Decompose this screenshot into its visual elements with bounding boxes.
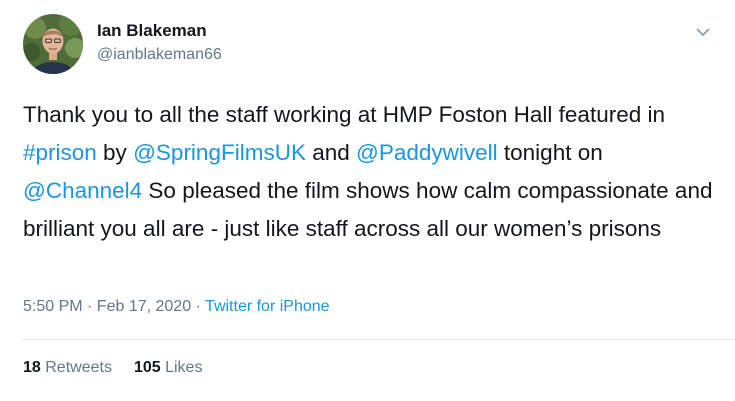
tweet-stats: 18 Retweets 105 Likes — [23, 359, 202, 377]
likes-label: Likes — [160, 359, 203, 376]
avatar[interactable] — [23, 14, 83, 74]
tweet-text-segment: tonight on — [497, 140, 603, 165]
tweet-text: Thank you to all the staff working at HM… — [23, 96, 713, 248]
hashtag-link-prison[interactable]: #prison — [23, 140, 97, 165]
likes-stat[interactable]: 105 Likes — [134, 359, 203, 376]
retweets-stat[interactable]: 18 Retweets — [23, 359, 112, 376]
author-handle[interactable]: @ianblakeman66 — [97, 46, 222, 64]
tweet-timestamp[interactable]: 5:50 PM · Feb 17, 2020 — [23, 298, 191, 315]
mention-link-springfilmsuk[interactable]: @SpringFilmsUK — [133, 140, 306, 165]
chevron-down-icon[interactable] — [695, 24, 711, 40]
mention-link-channel4[interactable]: @Channel4 — [23, 178, 142, 203]
tweet-text-segment: by — [96, 140, 134, 165]
tweet-text-segment: Thank you to all the staff working at HM… — [23, 102, 665, 127]
tweet-source-link[interactable]: Twitter for iPhone — [205, 298, 330, 315]
mention-link-paddywivell[interactable]: @Paddywivell — [356, 140, 498, 165]
retweets-label: Retweets — [40, 359, 112, 376]
tweet-text-segment: and — [305, 140, 356, 165]
tweet-meta: 5:50 PM · Feb 17, 2020 · Twitter for iPh… — [23, 298, 330, 316]
divider — [23, 339, 735, 340]
tweet-card: Ian Blakeman @ianblakeman66 Thank you to… — [0, 0, 735, 401]
profile-photo-icon — [23, 14, 83, 74]
retweets-count: 18 — [23, 359, 41, 376]
meta-separator: · — [191, 298, 206, 315]
author-display-name[interactable]: Ian Blakeman — [97, 21, 207, 41]
likes-count: 105 — [133, 359, 161, 376]
